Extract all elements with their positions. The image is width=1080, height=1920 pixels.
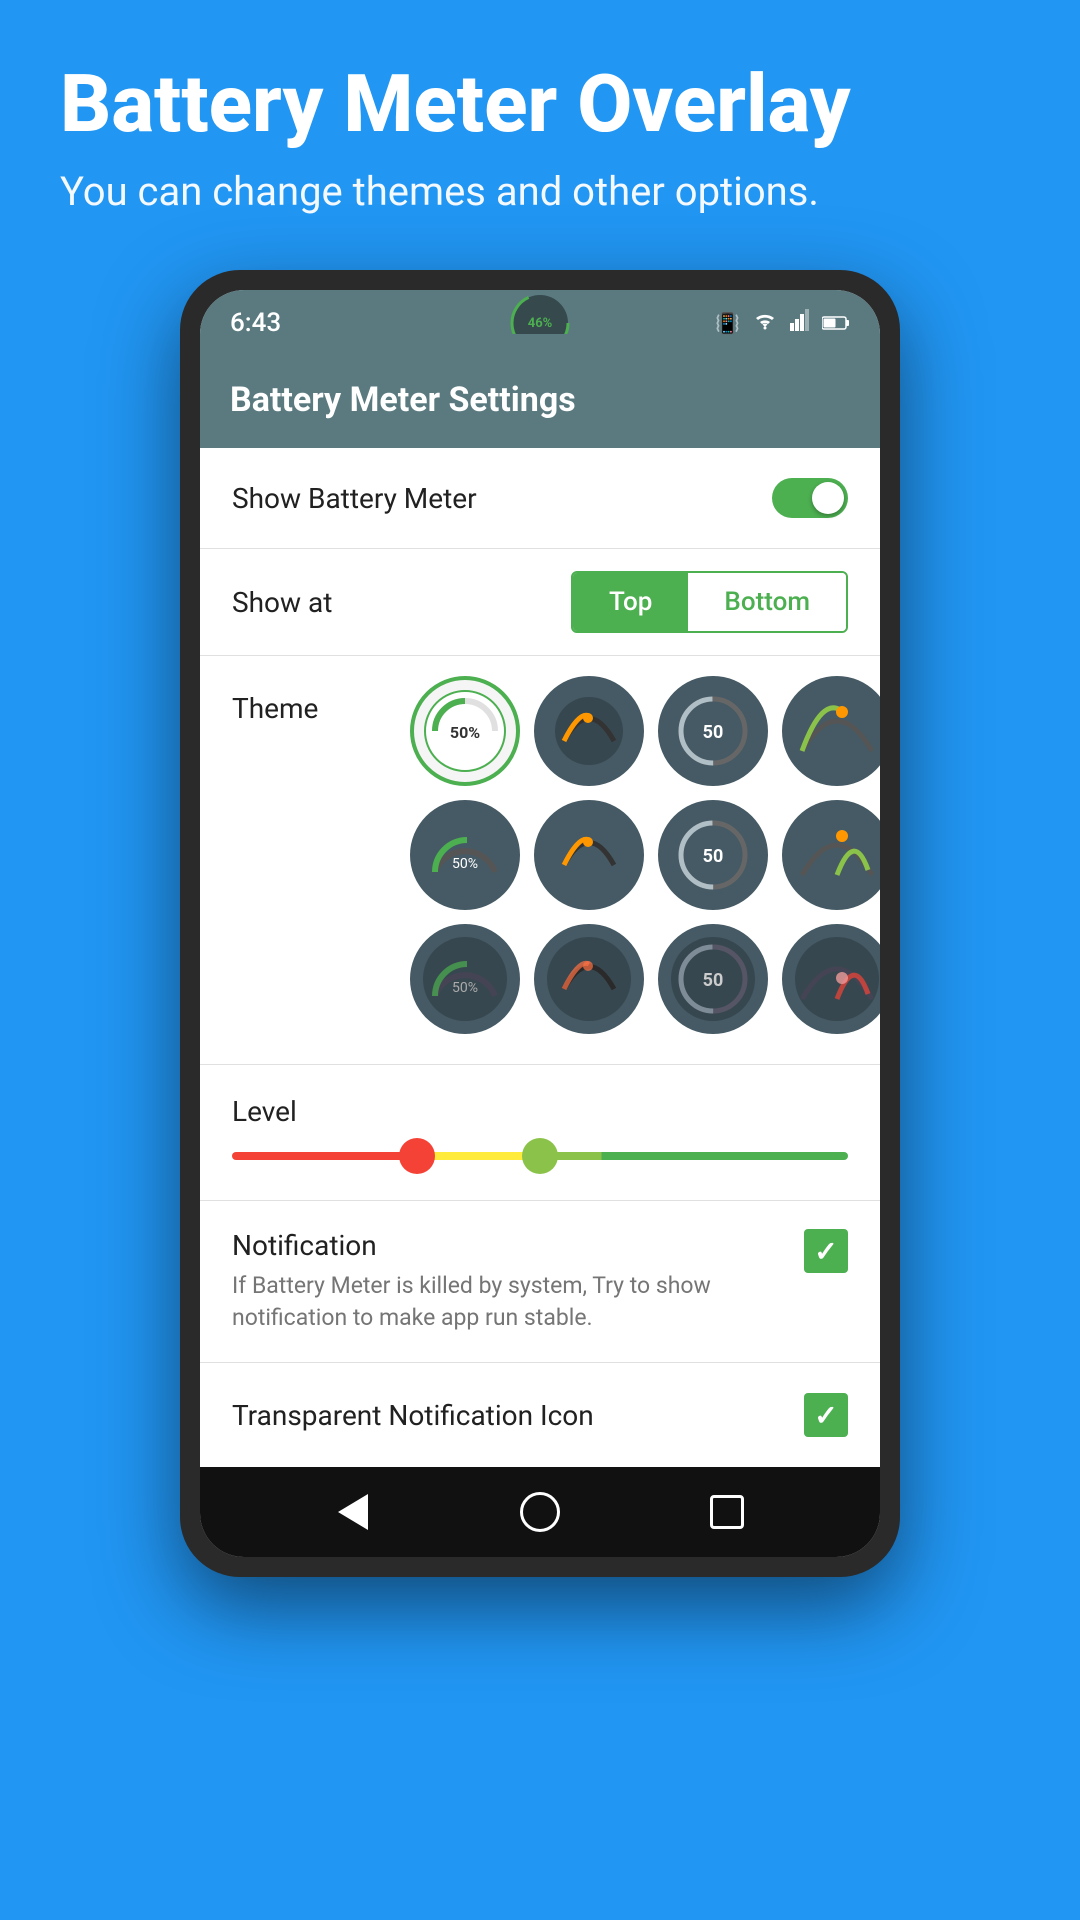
wifi-icon	[752, 308, 778, 338]
svg-text:50: 50	[703, 846, 724, 867]
app-bar-title: Battery Meter Settings	[230, 380, 850, 420]
theme-option-3[interactable]: 50	[658, 676, 768, 786]
header-subtitle: You can change themes and other options.	[60, 168, 1020, 215]
signal-icon	[790, 308, 810, 338]
status-icons: 📳	[715, 308, 850, 338]
status-bar: 6:43 46% 📳	[200, 290, 880, 352]
level-slider[interactable]	[232, 1152, 848, 1160]
level-thumb-red[interactable]	[399, 1138, 435, 1174]
navigation-bar	[200, 1467, 880, 1557]
app-bar: Battery Meter Settings	[200, 352, 880, 448]
recents-button[interactable]	[702, 1487, 752, 1537]
theme-option-9[interactable]	[782, 800, 880, 910]
back-button[interactable]	[328, 1487, 378, 1537]
theme-grids: 50%	[400, 666, 880, 1044]
theme-option-11[interactable]: 50%	[410, 924, 520, 1034]
theme-row-2: 50%	[410, 800, 860, 910]
svg-text:50%: 50%	[452, 856, 478, 872]
theme-row-3: 50%	[410, 924, 860, 1034]
status-time: 6:43	[230, 308, 281, 338]
show-battery-meter-toggle[interactable]	[772, 478, 848, 518]
notification-description: If Battery Meter is killed by system, Tr…	[232, 1270, 784, 1334]
svg-text:50: 50	[703, 722, 724, 743]
notification-section: Notification If Battery Meter is killed …	[200, 1201, 880, 1363]
show-battery-meter-label: Show Battery Meter	[232, 482, 477, 515]
notification-checkbox[interactable]	[804, 1229, 848, 1273]
vibrate-icon: 📳	[715, 311, 740, 335]
theme-option-4[interactable]	[782, 676, 880, 786]
battery-overlay-circle: 46%	[505, 290, 575, 334]
show-at-top-button[interactable]: Top	[573, 573, 688, 631]
phone-mockup: 6:43 46% 📳	[180, 270, 900, 1577]
notification-text-block: Notification If Battery Meter is killed …	[232, 1229, 804, 1334]
svg-text:50%: 50%	[452, 980, 478, 996]
svg-text:50%: 50%	[450, 723, 480, 742]
theme-label: Theme	[200, 666, 400, 725]
theme-option-2[interactable]	[534, 676, 644, 786]
back-icon	[338, 1494, 368, 1530]
transparent-notification-row: Transparent Notification Icon	[200, 1363, 880, 1467]
phone-inner: 6:43 46% 📳	[200, 290, 880, 1557]
theme-option-12[interactable]	[534, 924, 644, 1034]
show-at-button-group: Top Bottom	[571, 571, 848, 633]
header-title: Battery Meter Overlay	[60, 60, 1020, 148]
show-battery-meter-row: Show Battery Meter	[200, 448, 880, 549]
home-button[interactable]	[515, 1487, 565, 1537]
header-area: Battery Meter Overlay You can change the…	[0, 0, 1080, 255]
level-label: Level	[232, 1095, 848, 1128]
theme-option-1[interactable]: 50%	[410, 676, 520, 786]
theme-section-inner: Theme 50%	[200, 656, 880, 1064]
notification-title: Notification	[232, 1229, 784, 1262]
svg-text:46%: 46%	[528, 316, 553, 331]
level-thumb-yellow[interactable]	[522, 1138, 558, 1174]
show-at-row: Show at Top Bottom	[200, 549, 880, 656]
theme-option-14[interactable]	[782, 924, 880, 1034]
theme-row-1: 50%	[410, 676, 860, 786]
level-section: Level	[200, 1065, 880, 1201]
recents-icon	[710, 1495, 744, 1529]
theme-option-7[interactable]	[534, 800, 644, 910]
show-at-bottom-button[interactable]: Bottom	[688, 573, 846, 631]
theme-option-13[interactable]: 50	[658, 924, 768, 1034]
battery-icon	[822, 308, 850, 338]
show-at-label: Show at	[232, 586, 332, 619]
svg-text:50: 50	[703, 970, 724, 991]
transparent-notification-label: Transparent Notification Icon	[232, 1399, 594, 1432]
theme-section: Theme 50%	[200, 656, 880, 1065]
toggle-knob	[812, 482, 844, 514]
theme-option-6[interactable]: 50%	[410, 800, 520, 910]
home-icon	[520, 1492, 560, 1532]
theme-option-8[interactable]: 50	[658, 800, 768, 910]
transparent-notification-checkbox[interactable]	[804, 1393, 848, 1437]
